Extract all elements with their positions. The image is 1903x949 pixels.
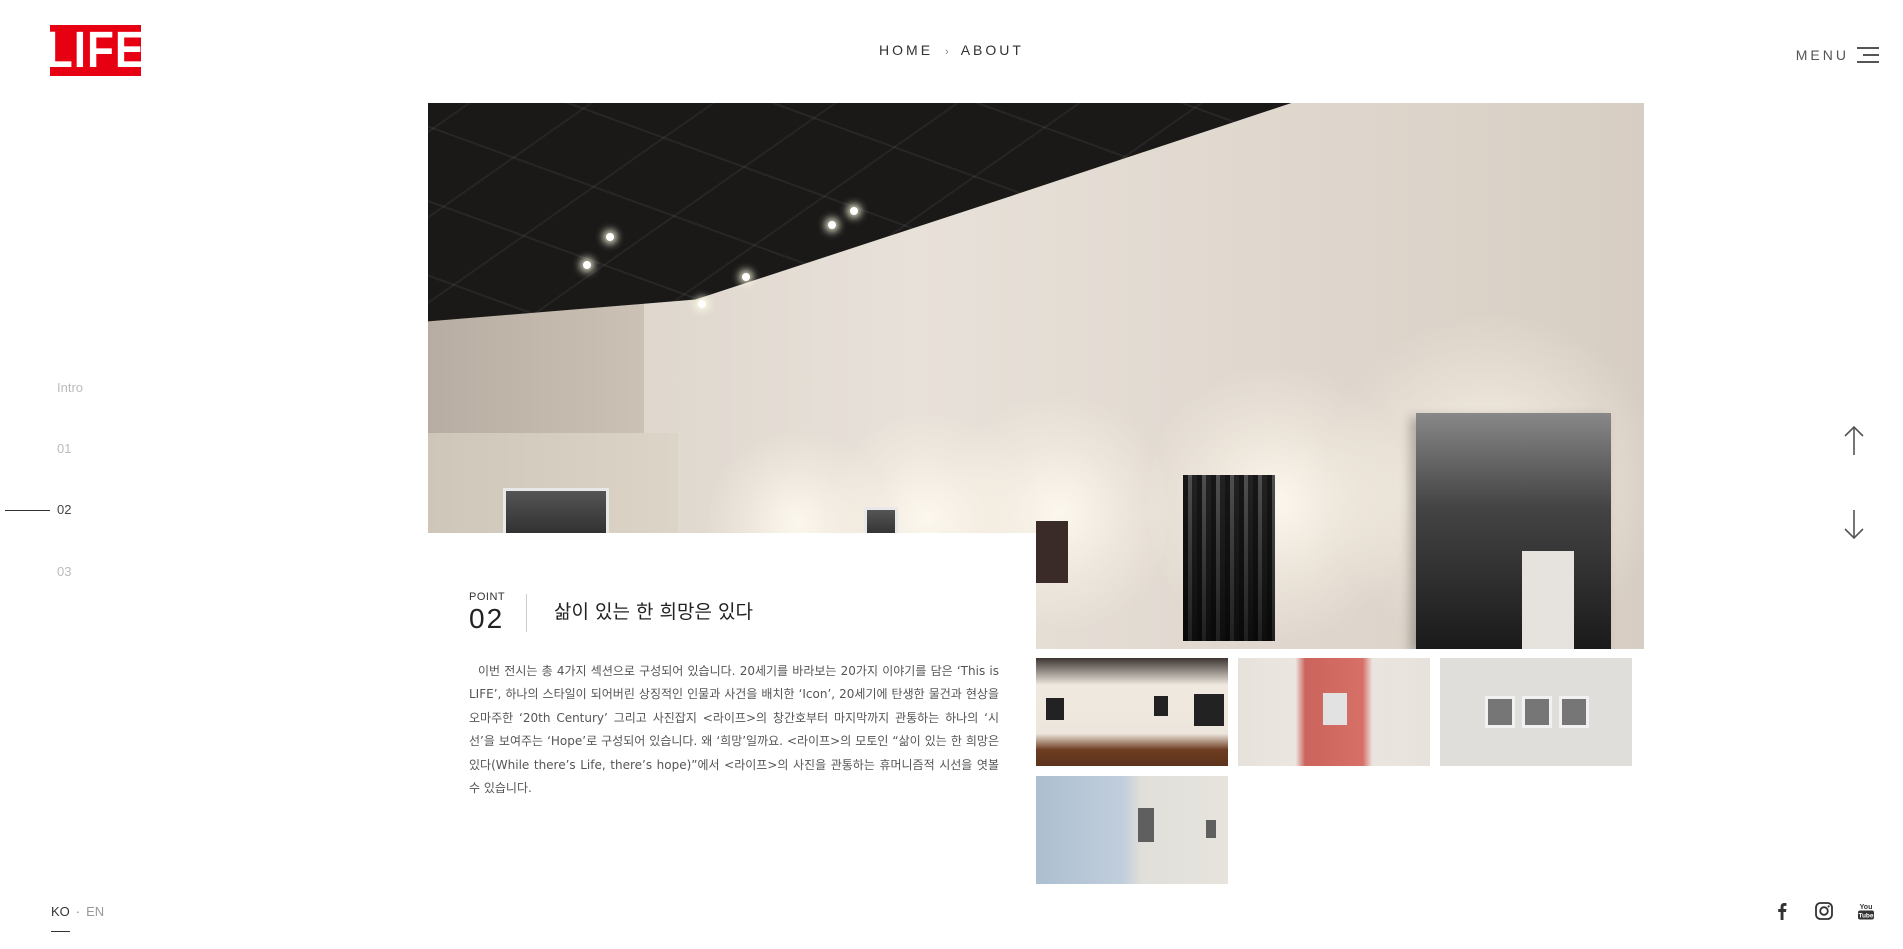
- section-nav-01[interactable]: 01: [57, 441, 71, 456]
- hamburger-icon: [1857, 42, 1879, 68]
- point-title: 삶이 있는 한 희망은 있다: [554, 601, 753, 623]
- scroll-down-arrow-icon[interactable]: [1843, 508, 1865, 540]
- svg-text:Tube: Tube: [1858, 913, 1873, 920]
- youtube-icon[interactable]: You Tube: [1855, 900, 1877, 922]
- gallery-thumbnail-1[interactable]: [1036, 658, 1228, 766]
- point-divider: [526, 594, 527, 632]
- breadcrumb-separator-icon: ›: [945, 46, 949, 58]
- svg-text:You: You: [1860, 904, 1873, 911]
- menu-label: MENU: [1795, 47, 1849, 63]
- breadcrumb-home[interactable]: HOME: [879, 42, 933, 58]
- point-number: 02: [469, 603, 505, 634]
- point-label: POINT: [469, 591, 506, 603]
- point-body: 이번 전시는 총 4가지 섹션으로 구성되어 있습니다. 20세기를 바라보는 …: [469, 664, 999, 796]
- menu-button[interactable]: MENU: [1796, 42, 1879, 68]
- breadcrumb: HOME › ABOUT: [0, 42, 1903, 58]
- gallery-thumbnail-3[interactable]: [1440, 658, 1632, 766]
- gallery-thumbnail-4[interactable]: [1036, 776, 1228, 884]
- section-nav-03[interactable]: 03: [57, 564, 71, 579]
- section-nav-intro[interactable]: Intro: [57, 380, 83, 395]
- language-separator: ·: [75, 904, 81, 919]
- scroll-up-arrow-icon[interactable]: [1843, 425, 1865, 457]
- gallery-thumbnail-2[interactable]: [1238, 658, 1430, 766]
- language-ko[interactable]: KO: [51, 904, 70, 932]
- language-en[interactable]: EN: [86, 904, 104, 919]
- social-links: You Tube: [1771, 900, 1877, 922]
- point-card: POINT 02 삶이 있는 한 희망은 있다 이번 전시는 총 4가지 섹션으…: [428, 533, 1036, 816]
- breadcrumb-current[interactable]: ABOUT: [961, 42, 1024, 58]
- section-nav-02[interactable]: 02: [3, 502, 71, 517]
- instagram-icon[interactable]: [1813, 900, 1835, 922]
- language-switcher: KO · EN: [51, 904, 104, 932]
- facebook-icon[interactable]: [1771, 900, 1793, 922]
